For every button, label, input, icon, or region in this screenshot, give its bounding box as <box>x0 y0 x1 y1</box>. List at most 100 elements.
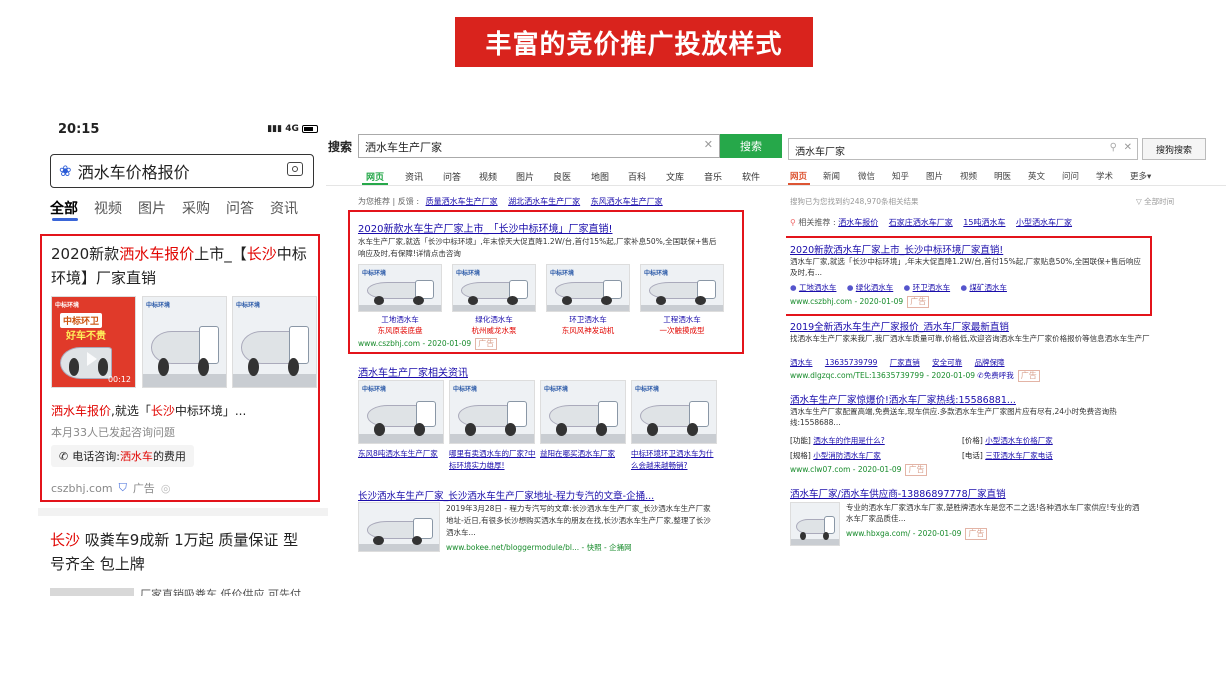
nav-item[interactable]: 地图 <box>591 170 609 183</box>
news-link[interactable]: 益阳在哪买洒水车厂家 <box>540 448 628 460</box>
product-name[interactable]: 工地洒水车 <box>358 314 442 325</box>
search-input[interactable]: ❀ 洒水车价格报价 <box>50 154 314 188</box>
nav-item[interactable]: 明医 <box>994 170 1011 182</box>
news-link[interactable]: 中标环境环卫洒水车为什么会越来越畅销? <box>631 448 719 472</box>
tab-all[interactable]: 全部 <box>50 198 78 218</box>
nav-item[interactable]: 学术 <box>1096 170 1113 182</box>
nav-item[interactable]: 资讯 <box>405 170 423 183</box>
nav-item[interactable]: 图片 <box>516 170 534 183</box>
ad-title-link[interactable]: 2020新款水车生产厂家上市_「长沙中标环境」厂家直销! <box>358 220 612 235</box>
ad-title[interactable]: 2020新款洒水车报价上市_【长沙中标环境】厂家直销 <box>51 242 313 290</box>
sitelink[interactable]: 品牌保障 <box>975 358 1005 367</box>
sitelink[interactable]: 厂家直销 <box>890 358 920 367</box>
result-title[interactable]: 长沙 吸粪车9成新 1万起 质量保证 型号齐全 包上牌 <box>50 528 312 576</box>
related-link[interactable]: 石家庄洒水车厂家 <box>889 218 953 227</box>
nav-item[interactable]: 图片 <box>926 170 943 182</box>
nav-item[interactable]: 音乐 <box>704 170 722 183</box>
result-title-link[interactable]: 长沙洒水车生产厂家_长沙洒水车生产厂家地址-程力专汽的文章-企捅... <box>358 488 654 502</box>
result-url[interactable]: www.hbxga.com/ - 2020-01-09 广告 <box>846 528 988 540</box>
detail-link[interactable]: 小型消防洒水车厂家 <box>813 451 881 460</box>
recommend-link[interactable]: 东风洒水车生产厂家 <box>591 197 663 206</box>
camera-icon[interactable] <box>287 162 303 176</box>
ad-image[interactable]: 中标环境 <box>142 296 227 388</box>
nav-item[interactable]: 英文 <box>1028 170 1045 182</box>
ad-title-link[interactable]: 2020新款洒水车厂家上市_长沙中标环境厂家直销! <box>790 242 1003 256</box>
product-image[interactable]: 中标环境 <box>452 264 536 312</box>
sitelink[interactable]: 安全可靠 <box>932 358 962 367</box>
clear-icon[interactable]: ✕ <box>704 138 713 151</box>
phone-consult-button[interactable]: ✆ 电话咨询: 洒水车 的费用 <box>51 445 194 467</box>
result-url[interactable]: www.bokee.net/bloggermodule/bl... - 快照 -… <box>446 542 632 553</box>
search-button[interactable]: 搜索 <box>720 134 782 158</box>
related-link[interactable]: 15吨洒水车 <box>963 218 1005 227</box>
result-title-link[interactable]: 2019全新洒水车生产厂家报价_洒水车厂家最新直销 <box>790 319 1009 333</box>
news-section-title[interactable]: 洒水车生产厂家相关资讯 <box>358 364 468 379</box>
recommend-link[interactable]: 质量洒水车生产厂家 <box>426 197 498 206</box>
tab-purchase[interactable]: 采购 <box>182 198 210 218</box>
search-input[interactable]: 洒水车厂家 ⚲ ✕ <box>788 138 1138 160</box>
mic-icon[interactable]: ⚲ <box>1110 142 1117 153</box>
sitelink[interactable]: 13635739799 <box>825 358 878 367</box>
detail-link[interactable]: 三亚洒水车厂家电话 <box>985 451 1053 460</box>
news-image[interactable]: 中标环境 <box>358 380 444 444</box>
nav-item[interactable]: 网页 <box>366 170 384 183</box>
news-link[interactable]: 哪里有卖洒水车的厂家?中标环境实力雄厚! <box>449 448 537 472</box>
recommend-link[interactable]: 湖北洒水车生产厂家 <box>508 197 580 206</box>
result-url[interactable]: www.clw07.com - 2020-01-09 广告 <box>790 464 928 476</box>
related-link[interactable]: 洒水车报价 <box>838 218 878 227</box>
ad-url[interactable]: www.cszbhj.com - 2020-01-09 广告 <box>358 338 498 350</box>
product-image[interactable]: 中标环境 <box>358 264 442 312</box>
result-title-link[interactable]: 洒水车生产厂家惊爆价!洒水车厂家热线:15586881... <box>790 392 1016 406</box>
nav-item[interactable]: 软件 <box>742 170 760 183</box>
search-button[interactable]: 搜狗搜索 <box>1142 138 1206 160</box>
tab-image[interactable]: 图片 <box>138 198 166 218</box>
nav-item[interactable]: 良医 <box>553 170 571 183</box>
product-name[interactable]: 工程洒水车 <box>640 314 724 325</box>
ad-image[interactable]: 中标环境 <box>232 296 317 388</box>
nav-item[interactable]: 文库 <box>666 170 684 183</box>
ad-image-video[interactable]: 中标环境 中标环卫 好车不贵 00:12 <box>51 296 136 388</box>
product-image[interactable]: 中标环境 <box>640 264 724 312</box>
news-image[interactable]: 中标环境 <box>540 380 626 444</box>
sogou-ad-block[interactable]: 2020新款水车生产厂家上市_「长沙中标环境」厂家直销! 水车生产厂家,就选「长… <box>348 210 744 354</box>
sitelink[interactable]: 工地洒水车 <box>799 283 837 292</box>
sitelink[interactable]: 绿化洒水车 <box>856 283 894 292</box>
product-name[interactable]: 环卫洒水车 <box>546 314 630 325</box>
nav-item[interactable]: 新闻 <box>823 170 840 182</box>
nav-item[interactable]: 网页 <box>790 170 807 182</box>
news-link[interactable]: 东风8吨洒水车生产厂家 <box>358 448 446 460</box>
mobile-ad-card[interactable]: 2020新款洒水车报价上市_【长沙中标环境】厂家直销 中标环境 中标环卫 好车不… <box>40 234 320 502</box>
tab-qa[interactable]: 问答 <box>226 198 254 218</box>
search-input[interactable]: 洒水车生产厂家 ✕ <box>358 134 720 158</box>
nav-item[interactable]: 视频 <box>479 170 497 183</box>
product-image[interactable]: 中标环境 <box>546 264 630 312</box>
result-title-link[interactable]: 洒水车厂家/洒水车供应商-13886897778厂家直销 <box>790 486 1006 500</box>
detail-link[interactable]: 小型洒水车价格厂家 <box>985 436 1053 445</box>
ad-domain[interactable]: cszbhj.com <box>51 482 113 495</box>
product-name[interactable]: 绿化洒水车 <box>452 314 536 325</box>
info-icon[interactable]: ◎ <box>161 482 171 495</box>
active-tab-underline <box>52 218 78 221</box>
play-icon[interactable] <box>87 352 97 366</box>
sitelink[interactable]: 洒水车 <box>790 358 813 367</box>
sogou2-ad-block[interactable]: 2020新款洒水车厂家上市_长沙中标环境厂家直销! 洒水车厂家,就选「长沙中标环… <box>786 236 1152 316</box>
nav-item[interactable]: 知乎 <box>892 170 909 182</box>
clear-icon[interactable]: ✕ <box>1124 142 1132 153</box>
sitelink[interactable]: 环卫洒水车 <box>913 283 951 292</box>
sitelink[interactable]: 煤矿洒水车 <box>969 283 1007 292</box>
nav-item[interactable]: 视频 <box>960 170 977 182</box>
nav-item[interactable]: 问问 <box>1062 170 1079 182</box>
time-filter[interactable]: ▽ 全部时间 <box>1136 196 1174 207</box>
related-link[interactable]: 小型洒水车厂家 <box>1016 218 1072 227</box>
news-image[interactable]: 中标环境 <box>631 380 717 444</box>
ad-url[interactable]: www.cszbhj.com - 2020-01-09 广告 <box>790 296 930 308</box>
nav-item[interactable]: 微信 <box>858 170 875 182</box>
nav-item[interactable]: 问答 <box>443 170 461 183</box>
tab-news[interactable]: 资讯 <box>270 198 298 218</box>
tab-video[interactable]: 视频 <box>94 198 122 218</box>
detail-link[interactable]: 洒水车的作用是什么? <box>813 436 884 445</box>
result-url[interactable]: www.dlgzqc.com/TEL:13635739799 - 2020-01… <box>790 370 1040 382</box>
news-image[interactable]: 中标环境 <box>449 380 535 444</box>
nav-item[interactable]: 更多▾ <box>1130 170 1151 182</box>
nav-item[interactable]: 百科 <box>628 170 646 183</box>
